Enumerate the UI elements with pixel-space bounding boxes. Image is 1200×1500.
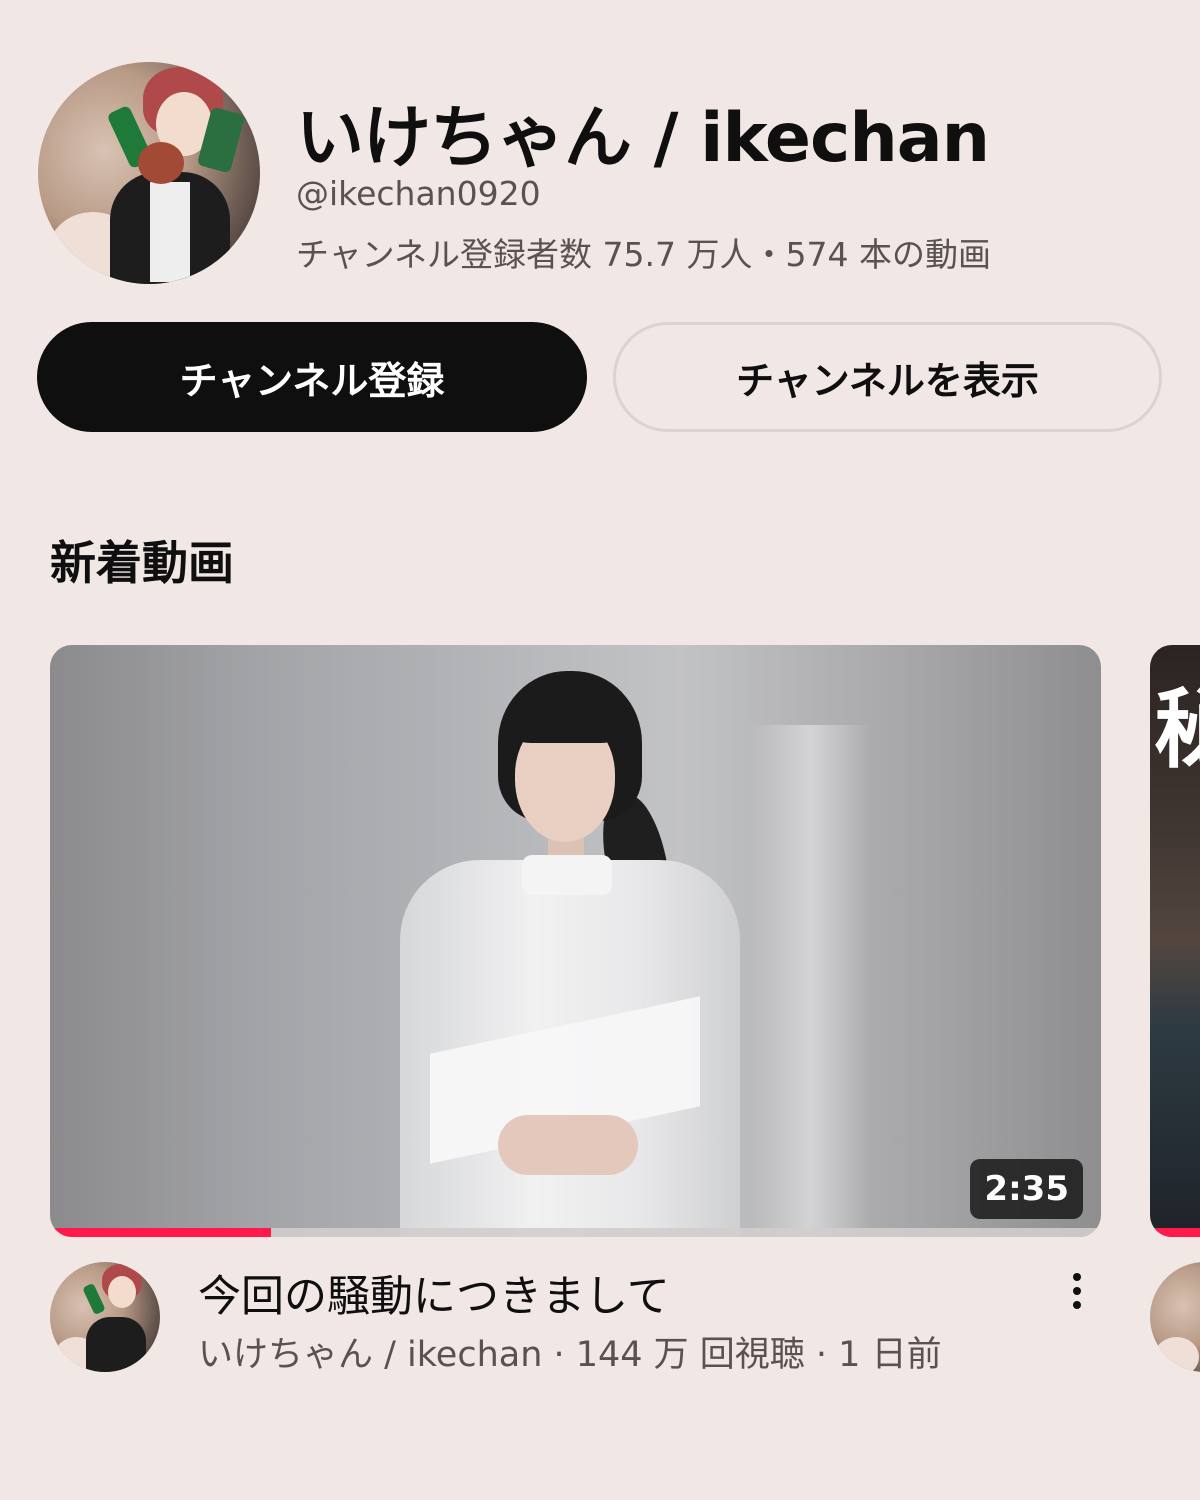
section-title: 新着動画 bbox=[50, 536, 234, 590]
video-channel-avatar[interactable] bbox=[50, 1262, 160, 1372]
more-dot bbox=[1073, 1301, 1081, 1309]
avatar-sm-face bbox=[108, 1276, 136, 1308]
next-video-thumbnail-text: 秘 bbox=[1154, 680, 1200, 780]
channel-name: いけちゃん / ikechan bbox=[296, 99, 990, 178]
channel-header: いけちゃん / ikechan @ikechan0920 チャンネル登録者数 7… bbox=[38, 62, 1162, 287]
video-card[interactable]: 2:35 bbox=[50, 645, 1101, 1237]
thumbnail-person-bangs bbox=[508, 687, 624, 743]
avatar-tomato bbox=[138, 142, 184, 184]
subscribe-button[interactable]: チャンネル登録 bbox=[37, 322, 587, 432]
video-meta: いけちゃん / ikechan · 144 万 回視聴 · 1 日前 bbox=[198, 1335, 942, 1375]
thumbnail-person-hands bbox=[498, 1115, 638, 1175]
video-thumbnail[interactable] bbox=[50, 645, 1101, 1237]
channel-handle: @ikechan0920 bbox=[296, 174, 541, 213]
more-dot bbox=[1073, 1287, 1081, 1295]
more-vertical-icon[interactable] bbox=[1060, 1266, 1094, 1316]
next-video-channel-avatar[interactable] bbox=[1150, 1262, 1200, 1372]
channel-avatar[interactable] bbox=[38, 62, 260, 284]
channel-stats: チャンネル登録者数 75.7 万人・574 本の動画 bbox=[296, 235, 991, 274]
view-channel-button[interactable]: チャンネルを表示 bbox=[613, 322, 1162, 432]
avatar-sm-body bbox=[86, 1317, 146, 1372]
video-title[interactable]: 今回の騒動につきまして bbox=[198, 1262, 670, 1324]
next-video-thumbnail[interactable]: 秘 bbox=[1150, 645, 1200, 1237]
next-avatar-knee bbox=[1154, 1337, 1199, 1372]
next-video-progress bbox=[1150, 1228, 1200, 1237]
more-dot bbox=[1073, 1273, 1081, 1281]
video-duration-badge: 2:35 bbox=[970, 1159, 1083, 1219]
thumbnail-wall-light bbox=[750, 725, 870, 1237]
watch-progress-fill bbox=[50, 1228, 271, 1237]
video-meta-row: 今回の騒動につきまして いけちゃん / ikechan · 144 万 回視聴 … bbox=[50, 1262, 1150, 1382]
avatar-figure-shirt bbox=[150, 182, 190, 282]
watch-progress-track bbox=[50, 1228, 1101, 1237]
thumbnail-person-collar bbox=[522, 855, 612, 895]
